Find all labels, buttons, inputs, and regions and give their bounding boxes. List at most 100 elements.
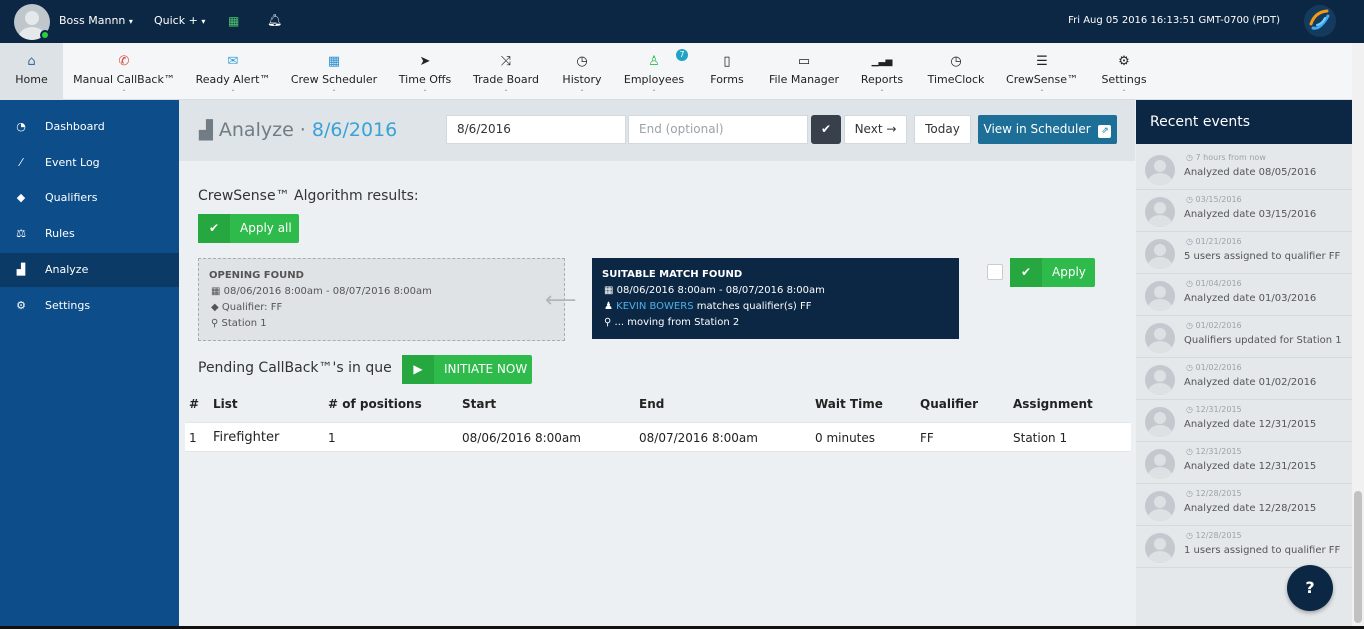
sidebar-item-event-log[interactable]: ⁄ Event Log [0,146,179,180]
dashboard-icon: ◔ [16,120,26,133]
analyze-header: ▟ Analyze · 8/6/2016 8/6/2016 End (optio… [179,100,1135,161]
page-scrollbar[interactable] [1352,43,1364,629]
column-header: Assignment [1013,397,1093,411]
event-text: 1 users assigned to qualifier FF [1184,545,1341,556]
bell-icon[interactable]: 🔔︎ [267,13,282,27]
map-marker-icon: ⚲ [604,317,612,328]
event-item[interactable]: ◷ 01/21/2016 5 users assigned to qualifi… [1136,232,1352,274]
event-time-label: 12/28/2015 [1195,531,1242,540]
envelope-icon: ✉ [227,54,239,69]
opening-card: OPENING FOUND ▦ 08/06/2016 8:00am - 08/0… [198,258,565,341]
clock-icon: ◷ [1186,237,1196,246]
user-name: Boss Mannn [59,14,126,27]
nav-timeclock[interactable]: ◷ TimeClock [924,43,988,100]
recent-events-panel: Recent events ◷ 7 hours from now Analyze… [1136,100,1352,629]
nav-ready-alert[interactable]: ✉ Ready Alert™ ⌄ [191,43,275,100]
today-button[interactable]: Today [914,115,971,144]
check-icon: ✔ [820,122,832,136]
clock-icon: ◷ [1186,363,1196,372]
view-in-scheduler-button[interactable]: View in Scheduler ⇗ [978,115,1117,144]
nav-settings[interactable]: ⚙ Settings ⌄ [1098,43,1150,100]
event-time-label: 12/31/2015 [1195,405,1242,414]
nav-forms[interactable]: ▯ Forms [705,43,749,100]
match-moving: ... moving from Station 2 [614,317,740,328]
event-item[interactable]: ◷ 01/02/2016 Analyzed date 01/02/2016 [1136,358,1352,400]
nav-label: Forms [710,73,744,86]
nav-time-offs[interactable]: ➤ Time Offs ⌄ [395,43,455,100]
event-item[interactable]: ◷ 12/28/2015 1 users assigned to qualifi… [1136,526,1352,568]
help-chat-button[interactable]: ? [1287,565,1333,611]
nav-employees[interactable]: ♙ Employees ⌄ 7 [622,43,688,100]
clock-icon: ◷ [1186,195,1196,204]
nav-crew-scheduler[interactable]: ▦ Crew Scheduler ⌄ [289,43,379,100]
event-item[interactable]: ◷ 7 hours from now Analyzed date 08/05/2… [1136,148,1352,190]
scrollbar-thumb[interactable] [1354,491,1362,623]
match-person-row: ♟ KEVIN BOWERS matches qualifier(s) FF [604,301,812,312]
table-row[interactable]: 1 Firefighter 1 08/06/2016 8:00am 08/07/… [185,422,1131,452]
event-time: ◷ 7 hours from now [1186,153,1266,162]
event-item[interactable]: ◷ 03/15/2016 Analyzed date 03/15/2016 [1136,190,1352,232]
recent-events-title: Recent events [1136,100,1352,144]
avatar [1145,407,1175,437]
sidebar-item-dashboard[interactable]: ◔ Dashboard [0,110,179,144]
match-person-link[interactable]: KEVIN BOWERS [616,301,693,312]
check-icon: ✔ [1010,258,1042,287]
initiate-now-button[interactable]: ▶ INITIATE NOW [402,355,532,384]
confirm-date-button[interactable]: ✔ [811,115,841,144]
magic-wand-icon: ⁄ [20,156,22,169]
match-card: SUITABLE MATCH FOUND ▦ 08/06/2016 8:00am… [592,258,959,339]
nav-label: Trade Board [473,73,539,86]
opening-qualifier: Qualifier: FF [221,302,283,313]
event-item[interactable]: ◷ 12/31/2015 Analyzed date 12/31/2015 [1136,442,1352,484]
opening-range: 08/06/2016 8:00am - 08/07/2016 8:00am [223,286,432,297]
stopwatch-icon: ◷ [950,54,962,69]
algorithm-results-title: CrewSense™ Algorithm results: [198,188,419,204]
event-time: ◷ 01/02/2016 [1186,363,1242,372]
clock-icon: ◷ [1186,279,1196,288]
apply-button[interactable]: ✔ Apply [1010,258,1095,287]
event-text: 5 users assigned to qualifier FF [1184,251,1341,262]
main-nav: ⌂ Home ✆ Manual CallBack™ ⌄ ✉ Ready Aler… [0,43,1352,100]
current-datetime: Fri Aug 05 2016 16:13:51 GMT-0700 (PDT) [1068,15,1280,26]
next-button[interactable]: Next → [844,115,907,144]
quick-menu[interactable]: Quick + ▾ [154,14,205,27]
nav-file-manager[interactable]: ▭ File Manager [766,43,842,100]
user-menu[interactable]: Boss Mannn ▾ [59,14,133,27]
column-header: Wait Time [815,397,883,411]
sidebar-item-analyze[interactable]: ▟ Analyze [0,253,179,287]
event-item[interactable]: ◷ 12/31/2015 Analyzed date 12/31/2015 [1136,400,1352,442]
bar-chart-icon: ▟ [199,120,213,141]
sidebar-item-settings[interactable]: ⚙ Settings [0,289,179,323]
sidebar-item-rules[interactable]: ⚖ Rules [0,217,179,251]
chevron-down-icon: ⌄ [331,86,337,93]
start-date-input[interactable]: 8/6/2016 [446,115,626,144]
nav-label: History [562,73,602,86]
cell-list: Firefighter [213,430,280,445]
sidebar-item-qualifiers[interactable]: ◆ Qualifiers [0,181,179,215]
end-date-input[interactable]: End (optional) [628,115,808,144]
nav-history[interactable]: ◷ History ⌄ [558,43,606,100]
nav-home[interactable]: ⌂ Home [0,43,63,100]
nav-manual-callback[interactable]: ✆ Manual CallBack™ ⌄ [69,43,179,100]
title-date: 8/6/2016 [311,119,398,141]
event-item[interactable]: ◷ 01/04/2016 Analyzed date 01/03/2016 [1136,274,1352,316]
event-item[interactable]: ◷ 01/02/2016 Qualifiers updated for Stat… [1136,316,1352,358]
event-time: ◷ 12/28/2015 [1186,531,1242,540]
event-item[interactable]: ◷ 12/28/2015 Analyzed date 12/28/2015 [1136,484,1352,526]
external-link-icon: ⇗ [1098,125,1112,138]
apply-all-button[interactable]: ✔ Apply all [198,214,299,243]
shuffle-icon: ⤨ [500,54,512,69]
nav-trade-board[interactable]: ⤨ Trade Board ⌄ [470,43,542,100]
cell-end: 08/07/2016 8:00am [639,431,758,445]
event-text: Analyzed date 01/03/2016 [1184,293,1317,304]
apply-checkbox[interactable] [987,264,1003,280]
calendar-icon[interactable]: ▦ [228,14,239,28]
nav-crewsense[interactable]: ☰ CrewSense™ ⌄ [1004,43,1080,100]
nav-reports[interactable]: ▁▃▅ Reports ⌄ [858,43,906,100]
gears-icon: ⚙ [1118,54,1130,69]
nav-label: Reports [860,73,904,86]
nav-label: Settings [1101,73,1147,86]
crewsense-logo[interactable] [1303,4,1337,38]
nav-label: Ready Alert™ [195,73,271,86]
nav-label: Employees [623,73,685,86]
